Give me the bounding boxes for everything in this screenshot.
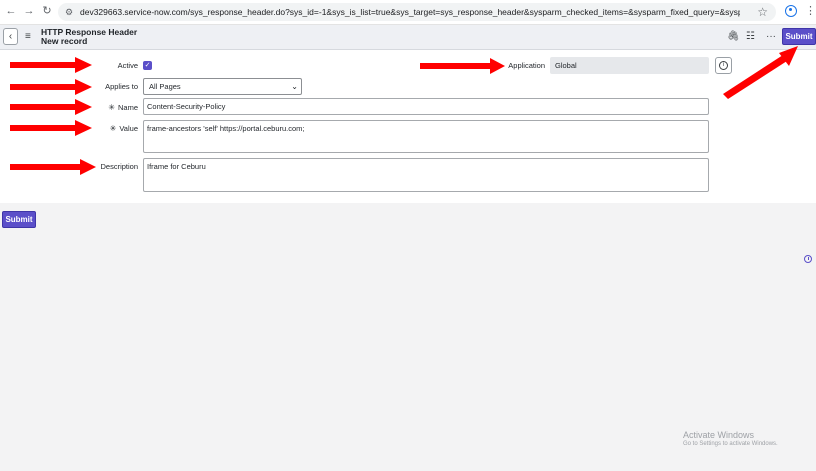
applies-to-select[interactable]: All Pages ⌄ [143,78,302,95]
info-icon[interactable] [715,57,732,74]
name-label: ✳ Name [70,103,138,112]
reload-icon[interactable]: ↻ [40,4,54,18]
bookmark-star-icon[interactable]: ☆ [757,4,768,20]
site-settings-icon[interactable]: ⚙ [65,7,73,17]
name-value: Content-Security-Policy [147,102,226,111]
application-label: Application [508,61,545,70]
profile-icon[interactable] [785,5,797,17]
chevron-left-icon: ‹ [8,31,13,42]
url-text[interactable]: dev329663.service-now.com/sys_response_h… [80,3,740,21]
browser-menu-icon[interactable]: ⋮ [805,4,816,18]
page-subtitle: New record [41,36,88,46]
description-textarea[interactable]: Iframe for Ceburu [143,158,709,192]
required-icon: ✳ [109,124,117,133]
submit-button-top[interactable]: Submit [782,28,816,45]
submit-button-bottom[interactable]: Submit [2,211,36,228]
settings-sliders-icon[interactable]: ☷ [746,31,755,43]
description-label: Description [100,162,138,171]
context-menu-icon[interactable]: ≡ [25,31,31,43]
value-label: ✳ Value [70,124,138,133]
back-arrow-icon[interactable]: ← [4,4,18,18]
name-label-text: Name [117,103,138,112]
chevron-down-icon: ⌄ [291,82,298,91]
active-checkbox[interactable]: ✓ [143,61,152,70]
windows-watermark-title: Activate Windows [683,430,755,440]
application-field: Global [550,57,709,74]
required-icon: ✳ [108,103,115,112]
name-field[interactable]: Content-Security-Policy [143,98,709,115]
clock-icon[interactable] [804,255,812,263]
back-button[interactable]: ‹ [3,28,18,45]
applies-to-label: Applies to [105,82,138,91]
value-text: frame-ancestors 'self' https://portal.ce… [147,124,305,133]
paperclip-icon[interactable]: 🖇 [727,31,740,43]
value-label-text: Value [119,124,138,133]
application-value: Global [555,61,577,70]
windows-watermark-subtitle: Go to Settings to activate Windows. [683,441,778,447]
description-text: Iframe for Ceburu [147,162,206,171]
address-bar[interactable]: ⚙ dev329663.service-now.com/sys_response… [58,3,776,21]
forward-arrow-icon[interactable]: → [22,4,36,18]
active-label: Active [117,61,138,70]
form-header: ‹ ≡ HTTP Response Header New record 🖇 ☷ … [0,25,816,50]
more-options-icon[interactable]: ··· [766,31,776,43]
value-textarea[interactable]: frame-ancestors 'self' https://portal.ce… [143,120,709,153]
browser-toolbar: ← → ↻ ⚙ dev329663.service-now.com/sys_re… [0,0,816,25]
applies-to-value: All Pages [149,82,181,91]
